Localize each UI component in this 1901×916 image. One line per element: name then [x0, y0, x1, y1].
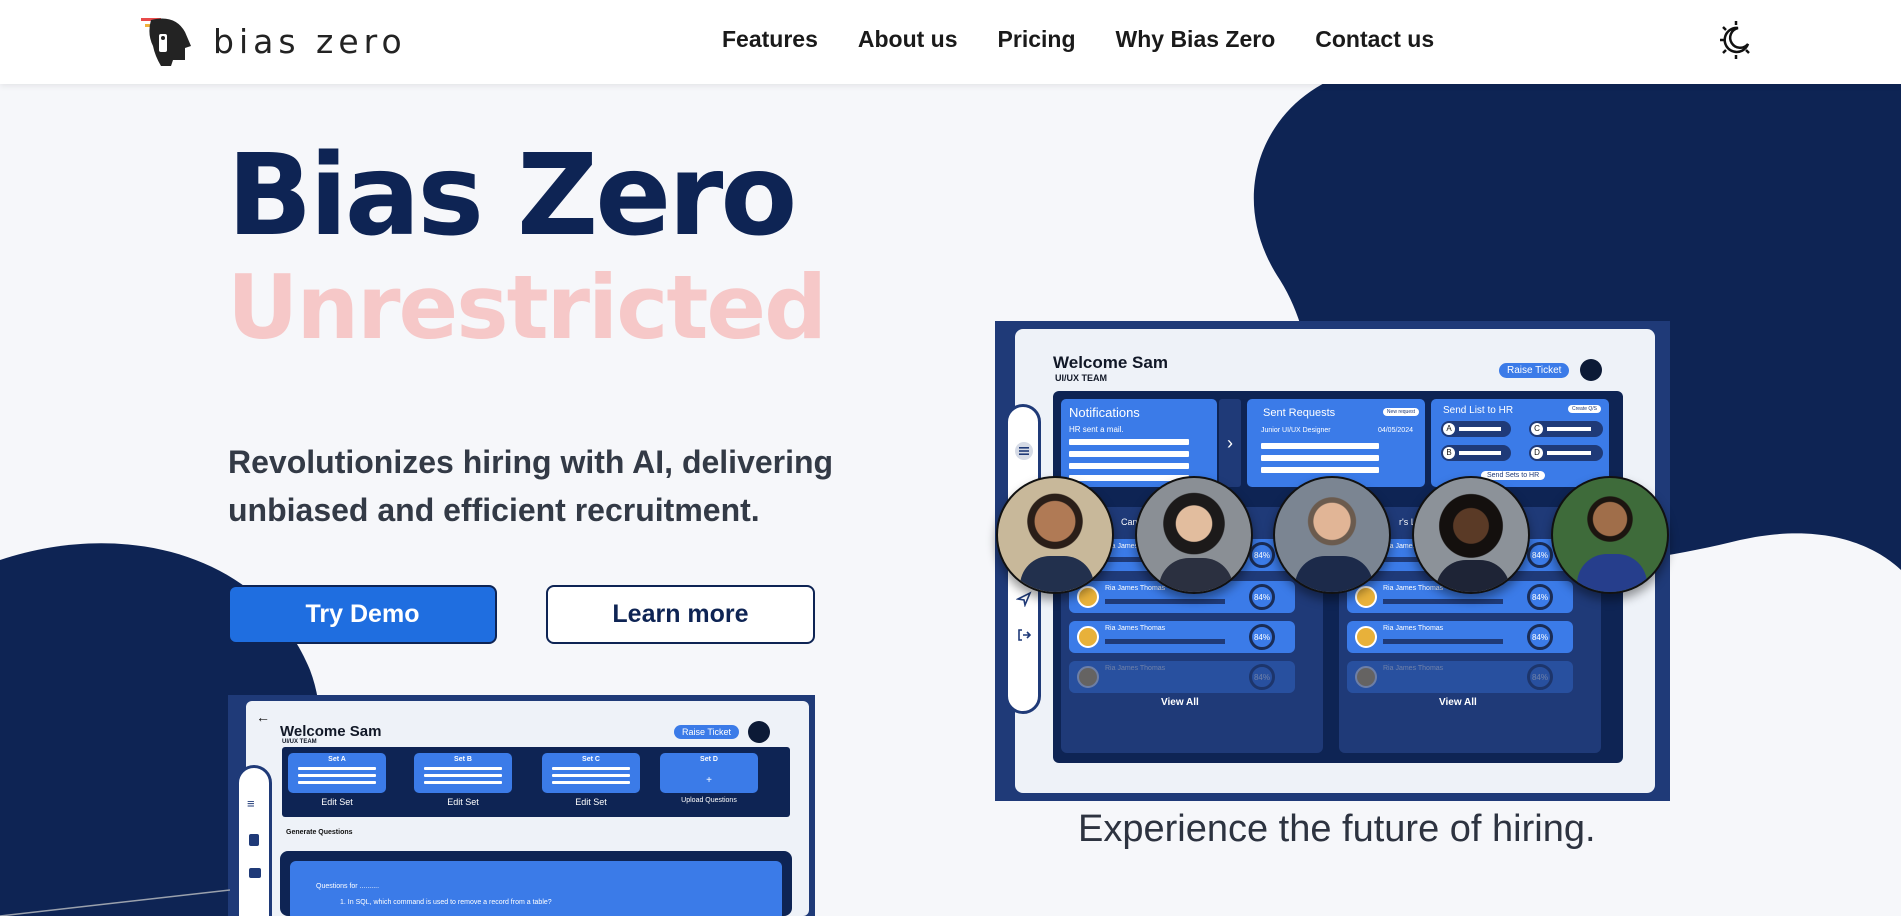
score-ring: 84%: [1249, 624, 1275, 650]
back-arrow-icon: ←: [256, 709, 270, 725]
menu-icon: ≡: [247, 796, 255, 811]
question-item: 1. In SQL, which command is used to remo…: [340, 899, 552, 906]
try-demo-button[interactable]: Try Demo: [228, 585, 497, 644]
dashboard-team: UI/UX TEAM: [1055, 373, 1108, 383]
score-ring: 84%: [1249, 664, 1275, 690]
score-ring: 84%: [1249, 542, 1275, 568]
notifications-card: Notifications HR sent a mail.: [1061, 399, 1217, 487]
placeholder-line: [1261, 467, 1379, 473]
placeholder-line: [1069, 463, 1189, 469]
question-sets-panel: Set A Edit Set Set B Edit Set Set C Edit…: [282, 747, 790, 817]
side-rail: ≡: [236, 765, 272, 916]
brand-logo[interactable]: bias zero: [141, 16, 407, 66]
logout-icon: [1018, 629, 1032, 641]
briefcase-icon: [249, 868, 261, 878]
candidate-row: Ria James Thomas84%: [1069, 621, 1295, 653]
candidate-row: Ria James Thomas84%: [1069, 661, 1295, 693]
notifications-title: Notifications: [1069, 405, 1140, 420]
candidate-photo-3: [1273, 476, 1391, 594]
generate-questions-label: Generate Questions: [286, 829, 353, 836]
view-all-link-right: View All: [1439, 697, 1477, 708]
nav-features[interactable]: Features: [722, 26, 818, 53]
raise-ticket-pill: Raise Ticket: [674, 725, 740, 739]
set-card-b: Set B: [414, 753, 512, 793]
brand-name: bias zero: [213, 21, 407, 61]
edit-set-c: Edit Set: [575, 797, 607, 807]
placeholder-line: [1069, 451, 1189, 457]
theme-toggle-icon[interactable]: [1716, 20, 1756, 60]
set-card-c: Set C: [542, 753, 640, 793]
dashboard-welcome: Welcome Sam: [280, 723, 382, 740]
questions-for-text: Questions for ..........: [316, 883, 380, 890]
profile-avatar: [748, 721, 770, 743]
set-card-d: Set D +: [660, 753, 758, 793]
request-role: Junior UI/UX Designer: [1261, 427, 1331, 434]
score-ring: 84%: [1527, 664, 1553, 690]
placeholder-line: [1261, 455, 1379, 461]
set-card-a: Set A: [288, 753, 386, 793]
dashboard-team: UI/UX TEAM: [282, 739, 317, 745]
edit-set-b: Edit Set: [447, 797, 479, 807]
edit-set-a: Edit Set: [321, 797, 353, 807]
hero-description: Revolutionizes hiring with AI, deliverin…: [228, 444, 834, 528]
menu-icon: [1015, 442, 1033, 460]
request-date: 04/05/2024: [1377, 427, 1413, 434]
questions-panel: Questions for .......... 1. In SQL, whic…: [280, 851, 792, 916]
chevron-right-icon: ›: [1219, 399, 1241, 487]
plus-icon: +: [706, 775, 712, 786]
candidate-avatar: [1355, 666, 1377, 688]
score-ring: 84%: [1249, 584, 1275, 610]
placeholder-line: [1261, 443, 1379, 449]
nav-pricing[interactable]: Pricing: [998, 26, 1076, 53]
candidate-row: Ria James Thomas84%: [1347, 661, 1573, 693]
option-d: D: [1529, 445, 1603, 461]
sent-requests-title: Sent Requests: [1263, 407, 1336, 419]
score-ring: 84%: [1527, 542, 1553, 568]
dashboard-canvas: ← Welcome Sam UI/UX TEAM Raise Ticket ≡ …: [236, 701, 809, 916]
nav-about-us[interactable]: About us: [858, 26, 958, 53]
upload-questions-link: Upload Questions: [681, 797, 737, 804]
option-b: B: [1441, 445, 1511, 461]
nav-why-bias-zero[interactable]: Why Bias Zero: [1116, 26, 1276, 53]
dashboard-preview-left: ← Welcome Sam UI/UX TEAM Raise Ticket ≡ …: [228, 695, 815, 916]
candidate-row: Ria James Thomas84%: [1347, 621, 1573, 653]
option-a: A: [1441, 421, 1511, 437]
hero-caption: Experience the future of hiring.: [1078, 808, 1596, 850]
hero-subtitle: Unrestricted: [227, 256, 827, 359]
nav-links: Features About us Pricing Why Bias Zero …: [722, 26, 1474, 53]
score-ring: 84%: [1527, 584, 1553, 610]
raise-ticket-pill: Raise Ticket: [1499, 363, 1570, 378]
learn-more-button[interactable]: Learn more: [546, 585, 815, 644]
candidate-photo-5: [1551, 476, 1669, 594]
placeholder-line: [1069, 439, 1189, 445]
candidate-avatar: [1355, 626, 1377, 648]
nav-contact-us[interactable]: Contact us: [1315, 26, 1434, 53]
candidate-photo-2: [1135, 476, 1253, 594]
profile-avatar: [1580, 359, 1602, 381]
clipboard-icon: [249, 834, 259, 846]
new-request-badge: New request: [1382, 408, 1419, 416]
top-navbar: bias zero Features About us Pricing Why …: [0, 0, 1901, 84]
send-list-card: Send List to HR Create Q/S A B C D Send …: [1431, 399, 1609, 487]
questions-card: Questions for .......... 1. In SQL, whic…: [290, 861, 782, 916]
score-ring: 84%: [1527, 624, 1553, 650]
create-qs-badge: Create Q/S: [1567, 405, 1601, 413]
candidate-photo-4: [1412, 476, 1530, 594]
dashboard-preview-right: Welcome Sam UI/UX TEAM Raise Ticket Noti…: [995, 321, 1670, 801]
send-icon: [1016, 591, 1032, 607]
candidate-avatar: [1077, 666, 1099, 688]
view-all-link-left: View All: [1161, 697, 1199, 708]
candidate-avatar: [1077, 626, 1099, 648]
notifications-text: HR sent a mail.: [1069, 425, 1124, 434]
option-c: C: [1529, 421, 1603, 437]
sent-requests-card: Sent Requests New request Junior UI/UX D…: [1247, 399, 1425, 487]
dashboard-welcome: Welcome Sam: [1053, 353, 1168, 372]
hero-title: Bias Zero: [227, 131, 797, 261]
candidate-photo-1: [996, 476, 1114, 594]
head-logo-icon: [141, 18, 191, 66]
decorative-line: [0, 889, 230, 916]
send-list-title: Send List to HR: [1443, 405, 1514, 416]
